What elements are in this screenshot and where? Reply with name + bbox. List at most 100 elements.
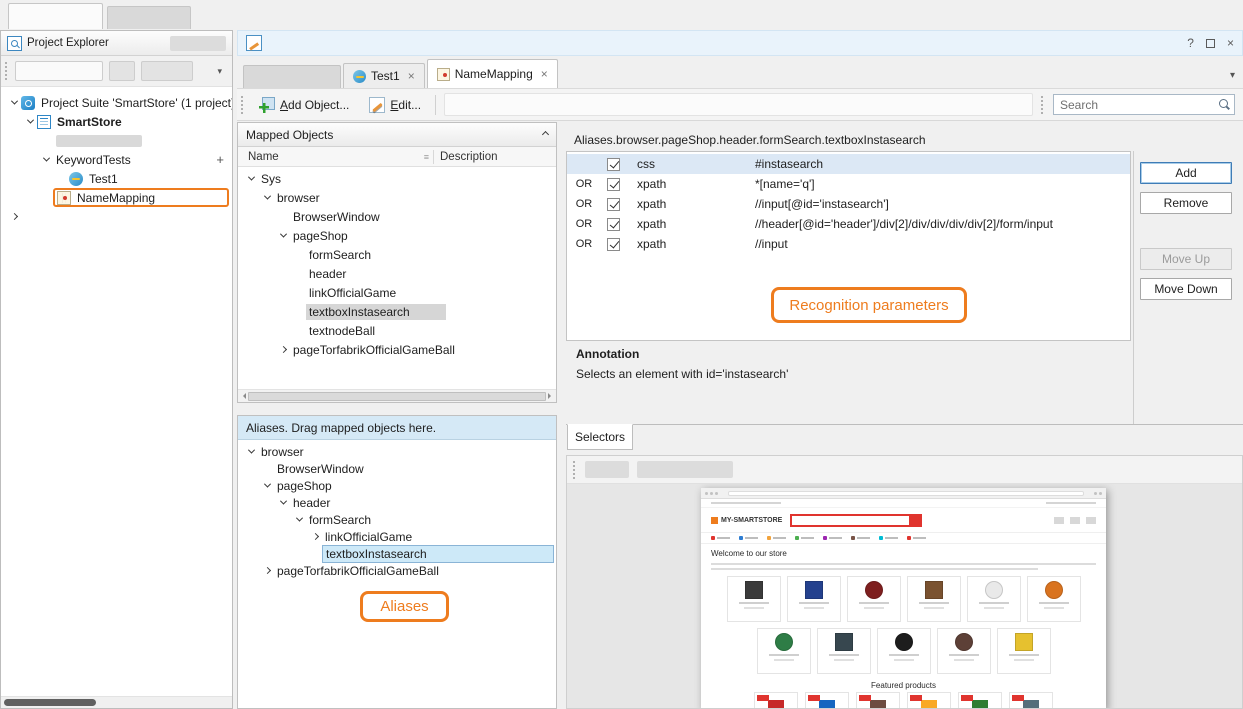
product-card[interactable] [754,692,798,708]
docked-tab-placeholder[interactable] [8,3,103,29]
aliases-tree-row[interactable]: pageTorfabrikOfficialGameBall [238,562,556,579]
project-tree-row[interactable]: Project Suite 'SmartStore' (1 project) [1,93,232,112]
column-header-name[interactable]: Name ≡ [238,151,433,163]
mapped-tree-row[interactable]: pageShop [238,226,556,245]
search-icon[interactable] [1218,98,1230,110]
project-tree-row[interactable]: SmartStore [1,112,232,131]
column-menu-icon[interactable]: ≡ [424,152,429,162]
toolbar-dropdown-icon[interactable]: ▾ [217,66,228,77]
tree-chevron-collapsed-icon[interactable] [308,534,322,539]
product-card[interactable] [805,692,849,708]
recognition-param-row[interactable]: ORxpath//header[@id='header']/div[2]/div… [567,214,1130,234]
project-tree-row[interactable]: NameMapping [1,188,232,207]
mapped-tree-row[interactable]: linkOfficialGame [238,283,556,302]
project-tree-row[interactable]: KeywordTests+ [1,150,232,169]
mapped-tree-row[interactable]: browser [238,188,556,207]
search-input[interactable] [1053,94,1235,115]
product-card[interactable] [1027,576,1081,622]
aliases-tree-row[interactable]: BrowserWindow [238,460,556,477]
product-card[interactable] [967,576,1021,622]
product-card[interactable] [727,576,781,622]
nav-item[interactable] [823,536,842,540]
tab-selectors[interactable]: Selectors [567,424,633,450]
aliases-tree-row[interactable]: browser [238,443,556,460]
nav-item[interactable] [851,536,870,540]
tree-chevron-collapsed-icon[interactable] [7,214,21,219]
product-card[interactable] [847,576,901,622]
product-card[interactable] [817,628,871,674]
mapped-tree-row[interactable]: Sys [238,169,556,188]
remove-button[interactable]: Remove [1140,192,1232,214]
recognition-param-row[interactable]: ORxpath//input [567,234,1130,254]
nav-item[interactable] [879,536,898,540]
recognition-param-row[interactable]: css#instasearch [567,154,1130,174]
toolbar-grip[interactable] [1041,96,1045,114]
horizontal-scrollbar[interactable] [1,696,232,708]
aliases-tree-row[interactable]: linkOfficialGame [238,528,556,545]
aliases-tree-row[interactable]: pageShop [238,477,556,494]
docked-tab-placeholder[interactable] [243,65,341,88]
collapse-panel-icon[interactable] [543,132,548,137]
product-card[interactable] [937,628,991,674]
product-card[interactable] [877,628,931,674]
tree-chevron-expanded-icon[interactable] [276,500,290,505]
tree-chevron-expanded-icon[interactable] [39,157,53,162]
tree-chevron-expanded-icon[interactable] [244,449,258,454]
nav-item[interactable] [795,536,814,540]
param-checkbox[interactable] [607,218,620,231]
close-icon[interactable]: × [1227,36,1234,50]
tab-test1[interactable]: Test1× [343,63,425,88]
project-tree-row[interactable] [1,131,232,150]
toolbar-button-placeholder[interactable] [637,461,733,478]
tree-chevron-collapsed-icon[interactable] [260,568,274,573]
toolbar-button-placeholder[interactable] [15,61,103,81]
scroll-right-icon[interactable] [548,393,554,399]
tab-close-icon[interactable]: × [541,67,548,81]
product-card[interactable] [958,692,1002,708]
tab-overflow-icon[interactable]: ▾ [1230,70,1235,81]
docked-tab-placeholder[interactable] [107,6,191,29]
nav-item[interactable] [767,536,786,540]
nav-item[interactable] [711,536,730,540]
nav-item[interactable] [739,536,758,540]
tree-chevron-expanded-icon[interactable] [292,517,306,522]
mapped-tree-row[interactable]: textboxInstasearch [238,302,556,321]
tree-chevron-expanded-icon[interactable] [260,483,274,488]
project-tree-row[interactable]: Test1 [1,169,232,188]
header-button-placeholder[interactable] [170,36,226,51]
param-checkbox[interactable] [607,198,620,211]
add-button[interactable]: Add [1140,162,1232,184]
column-header-description[interactable]: Description [434,151,498,163]
nav-item[interactable] [907,536,926,540]
recognition-param-row[interactable]: ORxpath*[name='q'] [567,174,1130,194]
aliases-tree-row[interactable]: textboxInstasearch [238,545,556,562]
mapped-tree-row[interactable]: header [238,264,556,283]
mapped-tree-row[interactable]: textnodeBall [238,321,556,340]
add-item-button[interactable]: + [216,152,224,167]
mapped-tree-row[interactable]: BrowserWindow [238,207,556,226]
recognition-param-row[interactable]: ORxpath//input[@id='instasearch'] [567,194,1130,214]
tree-chevron-expanded-icon[interactable] [276,233,290,238]
aliases-tree-row[interactable]: header [238,494,556,511]
maximize-icon[interactable] [1206,39,1215,48]
help-icon[interactable]: ? [1187,36,1194,50]
tree-chevron-expanded-icon[interactable] [23,119,37,124]
product-card[interactable] [907,692,951,708]
toolbar-button-placeholder[interactable] [141,61,193,81]
param-checkbox[interactable] [607,178,620,191]
edit-button[interactable]: Edit... [363,95,427,115]
mapped-tree-row[interactable]: formSearch [238,245,556,264]
product-card[interactable] [907,576,961,622]
product-card[interactable] [757,628,811,674]
tree-chevron-expanded-icon[interactable] [260,195,274,200]
scrollbar-thumb[interactable] [4,699,96,706]
product-card[interactable] [856,692,900,708]
param-checkbox[interactable] [607,158,620,171]
scroll-left-icon[interactable] [240,393,246,399]
mapped-tree-row[interactable]: pageTorfabrikOfficialGameBall [238,340,556,359]
product-card[interactable] [997,628,1051,674]
project-tree-row[interactable] [1,207,232,226]
tree-chevron-collapsed-icon[interactable] [276,347,290,352]
param-checkbox[interactable] [607,238,620,251]
tab-close-icon[interactable]: × [408,69,415,83]
